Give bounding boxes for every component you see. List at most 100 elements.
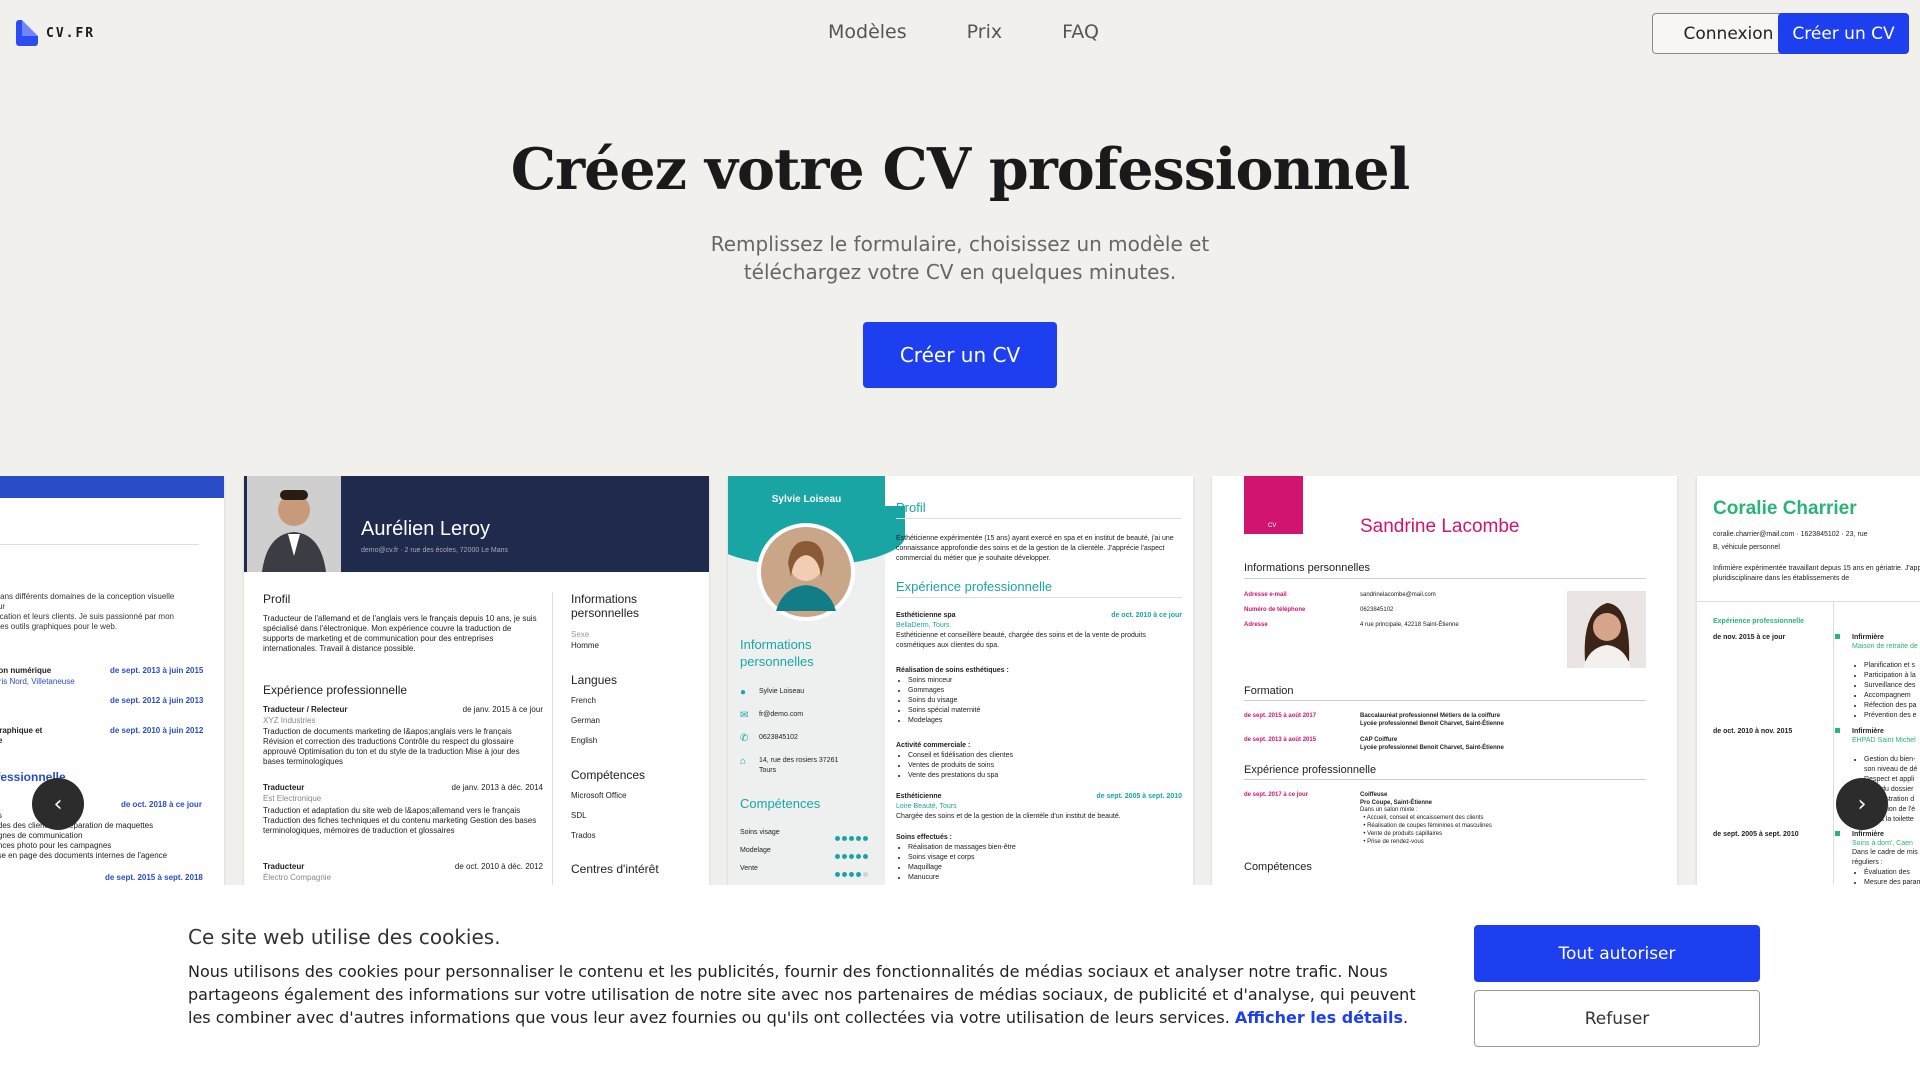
user-icon: ● [740, 687, 747, 698]
card4-formation-title: Formation [1244, 685, 1294, 697]
card4-phone: 0623845102 [1360, 607, 1394, 613]
mail-icon: ✉ [740, 710, 749, 721]
divider [896, 597, 1182, 598]
main-menu: Modèles Prix FAQ [828, 21, 1099, 43]
hero-create-cv-button[interactable]: Créer un CV [863, 322, 1057, 388]
card2-job-company: Est Electronique [263, 794, 322, 803]
card3-skill-rating [835, 846, 870, 864]
card2-job-text: Traduction de documents marketing de l&a… [263, 727, 520, 766]
card2-job-title: Traducteur [263, 783, 305, 792]
card3-job-text: Esthéticienne et conseillère beauté, cha… [896, 632, 1146, 649]
card3-info-title: Informations personnelles [740, 637, 814, 669]
card1-date: de sept. 2015 à sept. 2018 [105, 873, 203, 882]
card5-date: de nov. 2015 à ce jour [1713, 634, 1786, 641]
logo[interactable]: CV.FR [16, 20, 95, 46]
card3-skill-rating [835, 864, 870, 882]
card5-text: Dans le cadre de mis réguliers : [1852, 849, 1918, 866]
card3-skills-title: Compétences [740, 796, 821, 811]
cookie-details-link[interactable]: Afficher les détails [1235, 1008, 1403, 1027]
cookie-allow-all-button[interactable]: Tout autoriser [1474, 925, 1760, 982]
card3-job-company: Loire Beauté, Tours [896, 803, 957, 810]
card2-photo [247, 476, 341, 572]
card4-info-title: Informations personnelles [1244, 562, 1370, 574]
card3-contact: 14, rue des rosiers 37261 Tours [759, 757, 839, 774]
logo-text: CV.FR [46, 25, 96, 41]
divider [1244, 779, 1646, 780]
card2-lang-title: Langues [571, 673, 618, 687]
template-card-2[interactable]: Aurélien Leroy demo@cv.fr · 2 rue des éc… [244, 476, 709, 886]
carousel-next-button[interactable]: › [1836, 778, 1888, 830]
card2-job-title: Traducteur / Relecteur [263, 705, 348, 714]
nav-link-prix[interactable]: Prix [967, 21, 1002, 43]
card5-list: Planification et sParticipation à laSurv… [1864, 661, 1917, 721]
divider [552, 592, 553, 886]
card4-email: sandrinelacombe@mail.com [1360, 592, 1436, 598]
card1-header-bar [0, 476, 224, 498]
card2-skill: SDL [571, 811, 587, 820]
timeline-marker [1835, 728, 1840, 733]
divider [1244, 578, 1646, 579]
card3-exp-title: Expérience professionnelle [896, 579, 1053, 594]
card3-job-company: BellaDerm, Tours [896, 622, 950, 629]
logo-icon [16, 20, 38, 46]
card3-contact: 0623845102 [759, 734, 798, 741]
timeline-marker [1835, 831, 1840, 836]
card2-interests-title: Centres d'intérêt [571, 862, 659, 876]
card2-sexe: Homme [571, 641, 600, 650]
card1-date: de oct. 2018 à ce jour [121, 800, 202, 809]
card4-email-label: Adresse e-mail [1244, 592, 1287, 598]
card2-profil-title: Profil [263, 592, 291, 606]
card5-name: Coralie Charrier [1713, 498, 1857, 519]
chevron-left-icon: ‹ [53, 791, 63, 817]
card4-photo [1567, 591, 1646, 668]
template-card-1[interactable]: e dans différents domaines de la concept… [0, 476, 224, 886]
carousel-prev-button[interactable]: ‹ [32, 778, 84, 830]
card3-photo [757, 523, 855, 621]
template-card-3[interactable]: Sylvie Loiseau Informations personnelles… [728, 476, 1193, 886]
card2-skill: Trados [571, 831, 596, 840]
divider [1244, 700, 1646, 701]
card2-profil-text: Traducteur de l'allemand et de l'anglais… [263, 614, 537, 653]
card3-list: Soins minceurGommagesSoins du visageSoin… [908, 676, 980, 726]
card1-job-place: Paris Nord, Villetaneuse [0, 677, 75, 686]
cookie-refuse-button[interactable]: Refuser [1474, 990, 1760, 1047]
cookie-text-body: Nous utilisons des cookies pour personna… [188, 962, 1416, 1027]
card2-job-text: Traduction et adaptation du site web de … [263, 806, 537, 835]
nav-link-faq[interactable]: FAQ [1062, 21, 1099, 43]
card3-subsection: Soins effectués : [896, 834, 953, 841]
create-cv-nav-button[interactable]: Créer un CV [1778, 13, 1909, 54]
card4-phone-label: Numéro de téléphone [1244, 607, 1306, 613]
card4-formation-school: Lycée professionnel Benoit Charvet, Sain… [1360, 721, 1504, 727]
card3-subsection: Réalisation de soins esthétiques : [896, 667, 1009, 674]
card2-job-company: Électro Compagnie [263, 873, 332, 882]
card4-formation-date: de sept. 2013 à août 2015 [1244, 737, 1317, 743]
top-nav: CV.FR Modèles Prix FAQ Connexion Créer u… [0, 0, 1920, 66]
card2-exp-title: Expérience professionnelle [263, 683, 408, 697]
card5-list: Évaluation desMesure des paramè [1864, 868, 1920, 886]
card3-skill: Modelage [740, 847, 771, 854]
divider [1833, 602, 1834, 886]
card5-place: EHPAD Saint Michel [1852, 737, 1916, 744]
card4-address-label: Adresse [1244, 622, 1268, 628]
card2-name: Aurélien Leroy [361, 518, 490, 540]
card2-job-date: de oct. 2010 à déc. 2012 [454, 862, 543, 871]
card4-badge-text: CV [1268, 523, 1277, 529]
card5-place: Maison de retraite de [1852, 643, 1918, 650]
card4-badge: CV [1244, 476, 1303, 534]
card4-name: Sandrine Lacombe [1360, 516, 1520, 537]
timeline-marker [1835, 634, 1840, 639]
hero-title: Créez votre CV professionnel [510, 136, 1411, 203]
card1-profile-text: e dans différents domaines de la concept… [0, 592, 175, 631]
card2-contact: demo@cv.fr · 2 rue des écoles, 72000 Le … [361, 547, 509, 554]
card3-job-text: Chargée des soins et de la gestion de la… [896, 813, 1121, 820]
card2-job-date: de janv. 2015 à ce jour [462, 705, 543, 714]
card3-name: Sylvie Loiseau [771, 494, 842, 505]
card4-exp-date: de sept. 2017 à ce jour [1244, 792, 1309, 798]
nav-link-modeles[interactable]: Modèles [828, 21, 907, 43]
card3-skill: Vente [740, 865, 758, 872]
divider [896, 518, 1182, 519]
template-card-5[interactable]: Coralie Charrier coralie.charrier@mail.c… [1697, 476, 1920, 886]
card3-list: Réalisation de massages bien-êtreSoins v… [908, 843, 1016, 883]
template-card-4[interactable]: CV Sandrine Lacombe Informations personn… [1212, 476, 1677, 886]
card3-job-date: de sept. 2005 à sept. 2010 [1096, 793, 1182, 800]
